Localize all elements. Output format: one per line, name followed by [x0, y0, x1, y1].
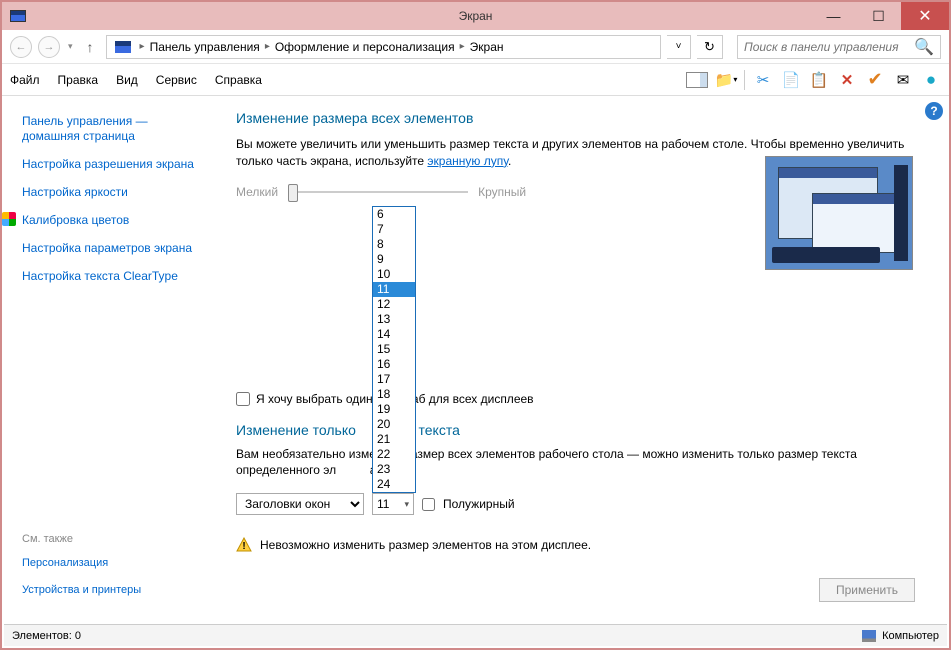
svg-text:!: ! [242, 541, 245, 552]
maximize-button[interactable]: ☐ [856, 2, 901, 30]
organize-icon[interactable]: 📁▾ [716, 70, 736, 90]
menu-help[interactable]: Справка [215, 73, 262, 87]
minimize-button[interactable]: — [811, 2, 856, 30]
heading-resize-all: Изменение размера всех элементов [236, 110, 929, 126]
size-option-20[interactable]: 20 [373, 417, 415, 432]
main-content: Изменение размера всех элементов Вы може… [218, 96, 949, 626]
size-option-8[interactable]: 8 [373, 237, 415, 252]
back-button[interactable]: ← [10, 36, 32, 58]
see-also-header: См. также [22, 533, 208, 545]
sidebar-item-home[interactable]: Панель управления — домашняя страница [22, 110, 208, 153]
size-option-12[interactable]: 12 [373, 297, 415, 312]
single-scale-checkbox[interactable] [236, 392, 250, 406]
forward-button[interactable]: → [38, 36, 60, 58]
magnifier-link[interactable]: экранную лупу [427, 154, 508, 168]
breadcrumb-dropdown[interactable]: ˅ [667, 35, 691, 59]
window-title: Экран [459, 9, 493, 23]
preview-image [765, 156, 913, 270]
size-option-10[interactable]: 10 [373, 267, 415, 282]
cut-icon[interactable]: ✂ [753, 70, 773, 90]
navbar: ← → ▾ ↑ ▸ Панель управления ▸ Оформление… [2, 30, 949, 64]
size-option-23[interactable]: 23 [373, 462, 415, 477]
crumb-3[interactable]: Экран [470, 40, 504, 54]
sidebar-item-color-calibration[interactable]: Калибровка цветов [22, 209, 208, 237]
size-option-21[interactable]: 21 [373, 432, 415, 447]
menu-edit[interactable]: Правка [58, 73, 99, 87]
menu-file[interactable]: Файл [10, 73, 40, 87]
paste-icon[interactable]: 📋 [809, 70, 829, 90]
copy-icon[interactable]: 📄 [781, 70, 801, 90]
search-box[interactable]: 🔍 [737, 35, 941, 59]
status-left: Элементов: 0 [12, 630, 81, 642]
sidebar-item-brightness[interactable]: Настройка яркости [22, 181, 208, 209]
size-option-6[interactable]: 6 [373, 207, 415, 222]
status-right: Компьютер [882, 630, 939, 642]
sidebar-item-resolution[interactable]: Настройка разрешения экрана [22, 153, 208, 181]
search-input[interactable] [738, 40, 908, 54]
refresh-button[interactable]: ↻ [697, 35, 723, 59]
bold-checkbox[interactable] [422, 498, 435, 511]
size-slider[interactable] [288, 182, 468, 202]
font-size-dropdown[interactable]: 6789101112131415161718192021222324 [372, 206, 416, 493]
computer-icon [862, 630, 876, 642]
history-dropdown[interactable]: ▾ [66, 41, 75, 52]
size-option-24[interactable]: 24 [373, 477, 415, 492]
statusbar: Элементов: 0 Компьютер [4, 624, 947, 646]
close-button[interactable]: ✕ [901, 2, 949, 30]
see-also-personalization[interactable]: Персонализация [22, 553, 208, 580]
size-option-15[interactable]: 15 [373, 342, 415, 357]
up-button[interactable]: ↑ [81, 39, 100, 55]
size-option-18[interactable]: 18 [373, 387, 415, 402]
titlebar: Экран — ☐ ✕ [2, 2, 949, 30]
slider-label-large: Крупный [478, 185, 526, 199]
menu-view[interactable]: Вид [116, 73, 138, 87]
breadcrumb[interactable]: ▸ Панель управления ▸ Оформление и персо… [106, 35, 661, 59]
mail-icon[interactable]: ✉ [893, 70, 913, 90]
app-icon [10, 10, 26, 22]
delete-icon[interactable]: ✕ [837, 70, 857, 90]
see-also-devices[interactable]: Устройства и принтеры [22, 580, 208, 607]
crumb-1[interactable]: Панель управления [150, 40, 260, 54]
apply-button[interactable]: Применить [819, 578, 915, 602]
size-option-7[interactable]: 7 [373, 222, 415, 237]
heading-text-only: Изменение только размера текста [236, 422, 929, 438]
warning-text: Невозможно изменить размер элементов на … [260, 538, 591, 552]
font-size-combo[interactable]: 11▾ [372, 493, 414, 515]
warning-icon: ! [236, 537, 252, 553]
size-option-11[interactable]: 11 [373, 282, 415, 297]
size-option-16[interactable]: 16 [373, 357, 415, 372]
search-icon[interactable]: 🔍 [908, 37, 940, 57]
view-pane-icon[interactable] [686, 72, 708, 88]
crumb-2[interactable]: Оформление и персонализация [275, 40, 455, 54]
slider-label-small: Мелкий [236, 185, 278, 199]
menubar: Файл Правка Вид Сервис Справка 📁▾ ✂ 📄 📋 … [2, 64, 949, 96]
description-2: Вам необязательно изменять размер всех э… [236, 446, 929, 480]
sidebar-item-display-settings[interactable]: Настройка параметров экрана [22, 237, 208, 265]
menu-service[interactable]: Сервис [156, 73, 197, 87]
size-option-17[interactable]: 17 [373, 372, 415, 387]
globe-icon[interactable]: ● [921, 70, 941, 90]
slider-thumb[interactable] [288, 184, 298, 202]
element-select[interactable]: Заголовки окон [236, 493, 364, 515]
size-option-22[interactable]: 22 [373, 447, 415, 462]
sidebar-item-cleartype[interactable]: Настройка текста ClearType [22, 265, 208, 293]
check-icon[interactable]: ✔ [865, 70, 885, 90]
size-option-14[interactable]: 14 [373, 327, 415, 342]
size-option-9[interactable]: 9 [373, 252, 415, 267]
size-option-19[interactable]: 19 [373, 402, 415, 417]
sidebar: Панель управления — домашняя страница На… [2, 96, 218, 626]
bold-label: Полужирный [443, 497, 515, 511]
location-icon [115, 41, 131, 53]
size-option-13[interactable]: 13 [373, 312, 415, 327]
